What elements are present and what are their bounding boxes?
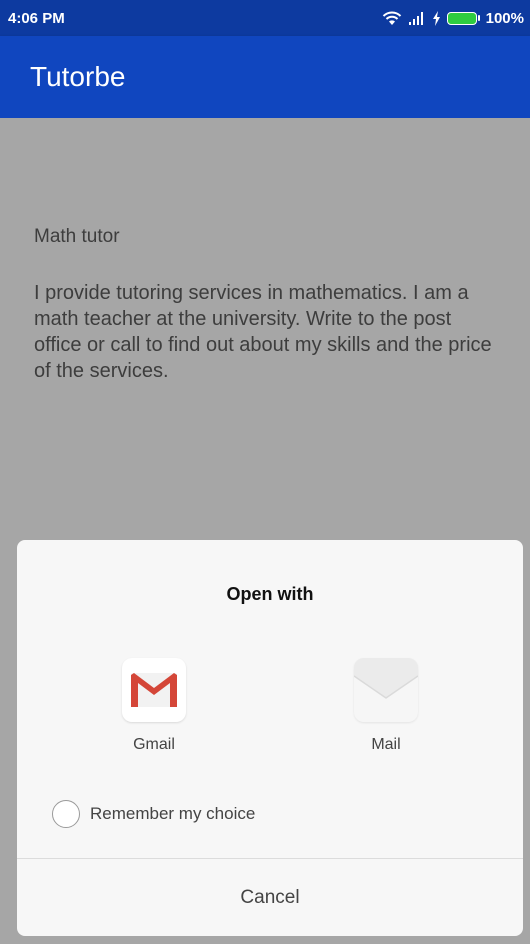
status-bar: 4:06 PM 100%: [0, 0, 530, 36]
remember-label: Remember my choice: [90, 804, 256, 823]
gmail-option[interactable]: Gmail: [84, 658, 224, 754]
app-bar: Tutorbe: [0, 36, 530, 118]
open-with-dialog: Open with Gmail Mail Remember my choice …: [17, 540, 523, 936]
wifi-icon: [382, 10, 402, 26]
charging-icon: [432, 10, 441, 26]
status-icons: 100%: [382, 10, 524, 27]
gmail-icon: [122, 658, 186, 722]
battery-percent: 100%: [485, 9, 524, 27]
remember-radio[interactable]: [52, 800, 80, 828]
mail-option[interactable]: Mail: [316, 658, 456, 754]
listing-title: Math tutor: [34, 226, 120, 247]
mail-label: Mail: [371, 736, 401, 753]
remember-choice-toggle[interactable]: Remember my choice: [52, 800, 255, 828]
listing-description: I provide tutoring services in mathemati…: [34, 282, 492, 382]
gmail-label: Gmail: [133, 736, 175, 753]
mail-icon: [354, 658, 418, 722]
status-time: 4:06 PM: [8, 9, 65, 27]
cancel-button[interactable]: Cancel: [17, 859, 523, 936]
dialog-title: Open with: [226, 584, 314, 604]
app-title: Tutorbe: [30, 61, 126, 92]
battery-icon: [446, 11, 480, 25]
signal-icon: [408, 11, 426, 25]
